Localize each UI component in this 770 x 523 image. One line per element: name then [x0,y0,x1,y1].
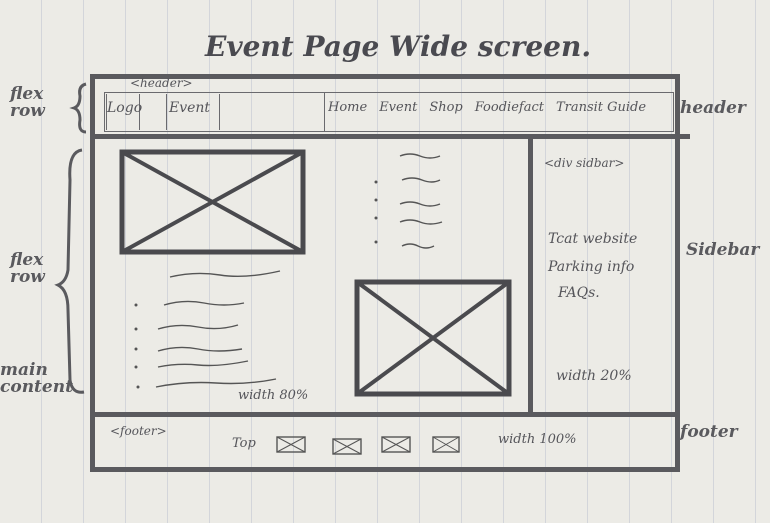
sidebar-width-note: width 20% [556,368,632,384]
annotation-header-row: flex row [10,84,45,121]
annotation-footer: footer [680,422,738,442]
nav-divider [324,92,325,132]
sidebar-divider [528,139,533,415]
nav-home[interactable]: Home [328,100,367,115]
sidebar-tag: <div sidbar> [544,156,625,170]
nav-transit-guide[interactable]: Transit Guide [556,100,646,115]
brace-main [54,148,85,394]
footer-image-placeholder-icon[interactable] [381,436,411,453]
footer-divider [95,412,675,417]
sidebar-links: Tcat website Parking info FAQs. [548,222,637,310]
page-title: Event Page Wide screen. [205,30,592,63]
footer-image-placeholder-icon[interactable] [432,436,460,453]
main-width-note: width 80% [238,388,309,403]
footer-image-placeholder-icon[interactable] [276,436,306,453]
annotation-header: header [680,98,746,118]
nav-event[interactable]: Event [379,100,417,115]
image-placeholder-bottom [354,279,512,397]
nav-bar: Home Event Shop Foodiefact Transit Guide [328,100,673,115]
brace-header [69,82,87,134]
footer-width-note: width 100% [498,432,577,447]
event-title: Event [166,94,220,130]
footer-top-link[interactable]: Top [232,436,256,451]
image-placeholder-top [119,149,306,255]
text-placeholder-bottom-list [134,270,281,389]
header-divider [95,134,690,139]
nav-foodiefact[interactable]: Foodiefact [475,100,544,115]
footer-tag: <footer> [110,424,167,438]
nav-shop[interactable]: Shop [429,100,462,115]
logo[interactable]: Logo [106,94,142,130]
header-tag: <header> [130,76,193,90]
text-placeholder-top-list [374,153,443,249]
annotation-sidebar: Sidebar [686,240,760,260]
footer-image-placeholder-icon[interactable] [332,438,362,455]
